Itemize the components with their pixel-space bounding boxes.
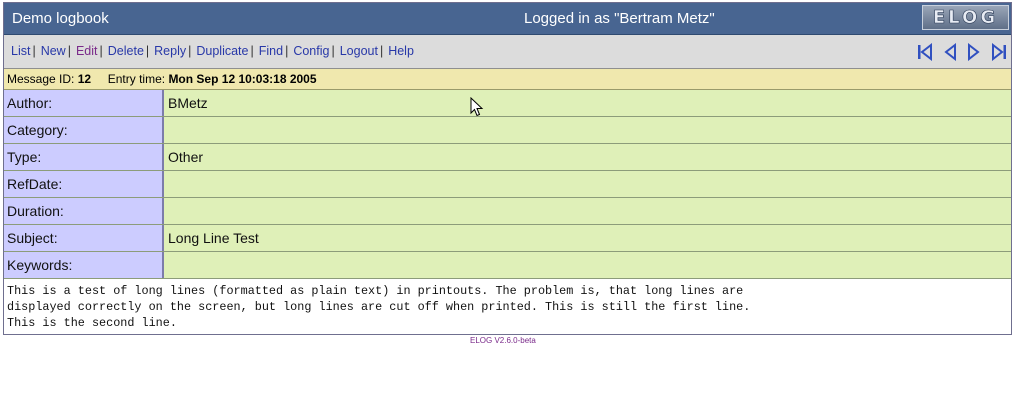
attribute-row-subject: Subject: Long Line Test: [4, 225, 1011, 252]
attribute-value: [164, 171, 1011, 197]
message-id-value: 12: [77, 72, 92, 86]
menu-new[interactable]: New: [41, 44, 66, 58]
menu-logout[interactable]: Logout: [340, 44, 378, 58]
attribute-label: RefDate:: [4, 171, 164, 197]
attribute-row-refdate: RefDate:: [4, 171, 1011, 198]
menu-bar: List | New | Edit | Delete | Reply | Duplicate | Fin…: [4, 35, 1011, 69]
attribute-label: Keywords:: [4, 252, 164, 278]
attribute-value: [164, 117, 1011, 143]
logbook-name: Demo logbook: [12, 10, 109, 27]
command-menu: List | New | Edit | Delete | Reply | Duplicate | Fin…: [11, 44, 414, 58]
menu-separator: |: [99, 44, 103, 58]
menu-separator: |: [250, 44, 254, 58]
attribute-value: [164, 252, 1011, 278]
attribute-label: Type:: [4, 144, 164, 170]
last-icon[interactable]: [991, 43, 1007, 61]
attribute-value: Other: [164, 144, 1011, 170]
menu-separator: |: [145, 44, 150, 58]
menu-separator: |: [379, 44, 384, 58]
menu-separator: |: [32, 44, 36, 58]
attribute-label: Category:: [4, 117, 164, 143]
logo-text: ELOG: [932, 7, 999, 29]
attribute-row-type: Type: Other: [4, 144, 1011, 171]
menu-separator: |: [285, 44, 289, 58]
entry-time-label: Entry time:: [107, 72, 166, 86]
attribute-row-author: Author: BMetz: [4, 90, 1011, 117]
entry-time-value: Mon Sep 12 10:03:18 2005: [168, 72, 317, 86]
version-footer[interactable]: ELOG V2.6.0-beta: [470, 336, 536, 345]
menu-delete[interactable]: Delete: [108, 44, 144, 58]
attribute-value: BMetz: [164, 90, 1011, 116]
menu-separator: |: [188, 44, 192, 58]
menu-separator: |: [331, 44, 335, 58]
attribute-row-category: Category:: [4, 117, 1011, 144]
attribute-label: Subject:: [4, 225, 164, 251]
first-icon[interactable]: [917, 43, 933, 61]
navigation-icons: [917, 43, 1007, 61]
menu-help[interactable]: Help: [388, 44, 414, 58]
menu-separator: |: [67, 44, 71, 58]
menu-reply[interactable]: Reply: [154, 44, 186, 58]
title-bar: Demo logbook Logged in as "Bertram Metz"…: [4, 3, 1011, 35]
attribute-value: Long Line Test: [164, 225, 1011, 251]
menu-edit[interactable]: Edit: [76, 44, 98, 58]
message-id-label: Message ID:: [7, 72, 75, 86]
attribute-value: [164, 198, 1011, 224]
message-body: This is a test of long lines (formatted …: [4, 279, 1011, 334]
attribute-row-keywords: Keywords:: [4, 252, 1011, 279]
menu-duplicate[interactable]: Duplicate: [196, 44, 248, 58]
attribute-label: Duration:: [4, 198, 164, 224]
message-info-bar: Message ID: 12 Entry time: Mon Sep 12 10…: [4, 69, 1011, 90]
next-icon[interactable]: [967, 43, 981, 61]
previous-icon[interactable]: [943, 43, 957, 61]
menu-find[interactable]: Find: [259, 44, 283, 58]
elog-logo[interactable]: ELOG: [922, 5, 1009, 30]
menu-config[interactable]: Config: [293, 44, 329, 58]
attribute-label: Author:: [4, 90, 164, 116]
menu-list[interactable]: List: [11, 44, 30, 58]
elog-frame: Demo logbook Logged in as "Bertram Metz"…: [3, 2, 1012, 335]
login-status: Logged in as "Bertram Metz": [524, 10, 715, 27]
attribute-row-duration: Duration:: [4, 198, 1011, 225]
mouse-cursor-icon: [470, 97, 484, 117]
